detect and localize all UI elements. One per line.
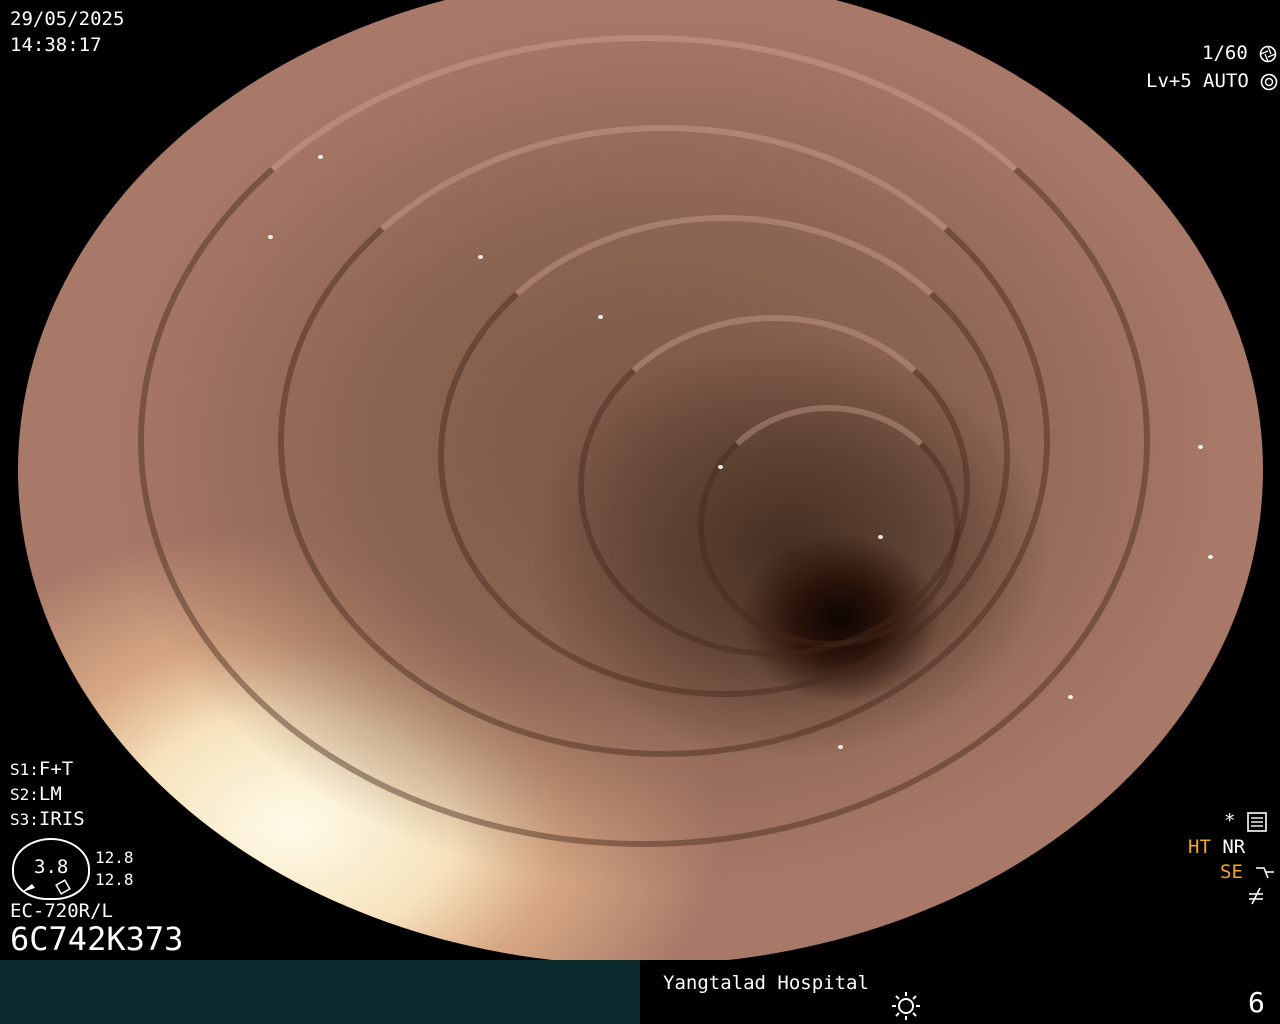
setting-s2: S2:LM: [10, 783, 62, 806]
hospital-name: Yangtalad Hospital: [663, 972, 869, 994]
light-icon: [892, 992, 920, 1020]
gauge-bottom-reading: 12.8: [95, 870, 134, 889]
s2-label: S2:: [10, 785, 39, 804]
star-indicator: *: [1224, 810, 1236, 832]
date-display: 29/05/2025: [10, 8, 125, 30]
settings-icon: [1247, 811, 1267, 832]
s2-value: LM: [38, 783, 62, 805]
footer-number: 6: [1248, 986, 1265, 1019]
footer-left-panel: [0, 960, 640, 1024]
shutter-icon: [1259, 45, 1277, 62]
auto-iris-icon: [1260, 73, 1278, 90]
setting-s3: S3:IRIS: [10, 808, 85, 831]
se-indicator-row: SE: [1220, 861, 1276, 883]
mode-value: AUTO: [1203, 70, 1249, 92]
enhance-icon: [1256, 866, 1275, 878]
shutter-display: 1/60: [1202, 42, 1277, 64]
gauge-marker-icon: [22, 879, 71, 895]
settings-indicator: *: [1224, 810, 1267, 832]
s3-label: S3:: [10, 810, 39, 829]
level-display: Lv+5: [1146, 70, 1192, 92]
shutter-value: 1/60: [1202, 42, 1248, 64]
time-display: 14:38:17: [10, 34, 102, 56]
se-indicator: SE: [1220, 861, 1243, 883]
nr-indicator: NR: [1222, 836, 1246, 858]
setting-s1: S1:F+T: [10, 758, 73, 781]
mode-display: AUTO: [1203, 70, 1278, 92]
gauge-value: 3.8: [34, 856, 69, 878]
ht-indicator: HT: [1188, 836, 1211, 858]
scope-model: EC-720R/L: [10, 900, 113, 922]
ht-nr-indicator: HT NR: [1188, 836, 1245, 858]
s3-value: IRIS: [38, 808, 85, 830]
s1-value: F+T: [38, 758, 74, 780]
gauge-top-reading: 12.8: [95, 848, 134, 867]
s1-label: S1:: [10, 760, 39, 779]
scope-serial: 6C742K373: [10, 920, 184, 958]
endoscopy-image: [18, 0, 1263, 965]
freeze-icon: [1249, 887, 1263, 905]
